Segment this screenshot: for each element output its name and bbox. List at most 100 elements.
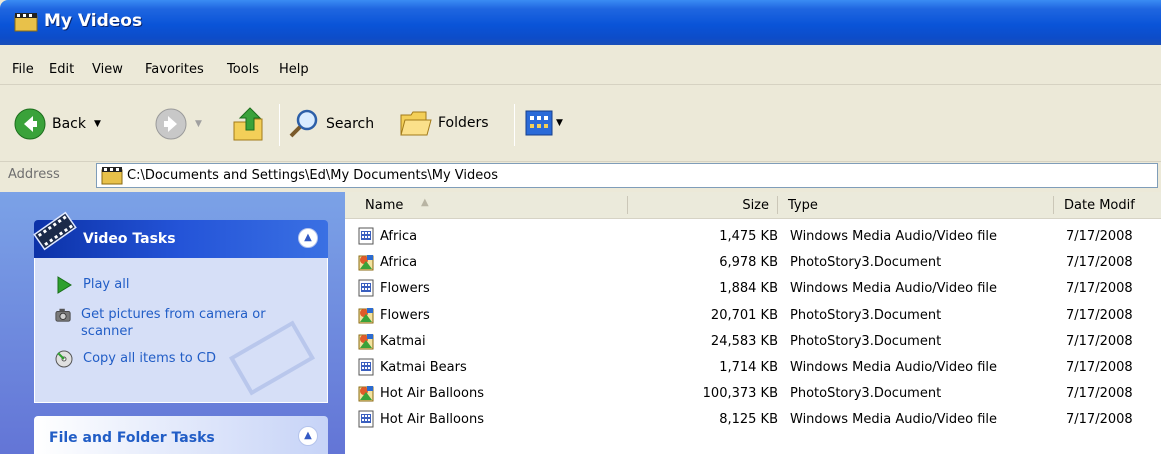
wmv-file-icon <box>358 410 374 428</box>
back-label: Back <box>52 116 86 132</box>
file-date: 7/17/2008 <box>1066 281 1133 297</box>
file-type: PhotoStory3.Document <box>790 333 942 349</box>
file-row[interactable]: Katmai 24,583 KB PhotoStory3.Document 7/17/… <box>345 329 1161 355</box>
menu-tools[interactable]: Tools <box>227 62 259 77</box>
address-path: C:\Documents and Settings\Ed\My Document… <box>127 168 499 183</box>
search-button[interactable]: Search <box>288 108 374 140</box>
views-dropdown-icon[interactable]: ▼ <box>556 118 563 128</box>
views-icon <box>525 110 553 136</box>
wmv-file-icon <box>358 227 374 245</box>
column-header-name[interactable]: Name ▲ <box>345 192 628 219</box>
file-date: 7/17/2008 <box>1066 307 1133 323</box>
sort-ascending-icon: ▲ <box>421 197 429 208</box>
file-row[interactable]: Katmai Bears 1,714 KB Windows Media Audio/… <box>345 355 1161 381</box>
up-folder-icon <box>233 107 263 141</box>
file-type: Windows Media Audio/Video file <box>790 412 998 428</box>
task-pane: Video Tasks ▲ Play all Get pictures from… <box>0 192 345 454</box>
menu-help[interactable]: Help <box>279 62 309 77</box>
film-watermark-icon <box>228 320 316 396</box>
forward-button[interactable]: ▼ <box>155 108 202 140</box>
views-button[interactable]: ▼ <box>525 110 563 136</box>
window-title: My Videos <box>44 11 143 31</box>
photostory-file-icon <box>358 255 374 271</box>
file-folder-tasks-header[interactable]: File and Folder Tasks ▲ <box>34 416 328 454</box>
toolbar-separator <box>514 104 515 146</box>
address-input[interactable]: C:\Documents and Settings\Ed\My Document… <box>96 163 1158 188</box>
menu-bar: File Edit View Favorites Tools Help <box>0 55 1161 85</box>
file-name: Flowers <box>380 281 430 297</box>
forward-arrow-icon <box>155 108 187 140</box>
photostory-file-icon <box>358 307 374 324</box>
folders-icon <box>400 111 432 136</box>
file-name: Hot Air Balloons <box>380 386 484 402</box>
column-size-label: Size <box>742 198 769 213</box>
back-dropdown-icon[interactable]: ▼ <box>94 119 101 129</box>
forward-dropdown-icon[interactable]: ▼ <box>195 119 202 129</box>
wmv-file-icon <box>358 279 374 297</box>
file-row[interactable]: Hot Air Balloons 8,125 KB Windows Media Au… <box>345 407 1161 433</box>
task-label: Copy all items to CD <box>83 351 216 366</box>
column-header-date[interactable]: Date Modif <box>1054 192 1161 219</box>
back-arrow-icon <box>14 108 46 140</box>
file-list: Name ▲ Size Type Date Modif Africa 1,475 … <box>345 192 1161 454</box>
column-header-size[interactable]: Size <box>628 192 778 219</box>
file-name: Katmai <box>380 333 426 349</box>
up-folder-button[interactable] <box>232 106 266 142</box>
file-row[interactable]: Hot Air Balloons 100,373 KB PhotoStory3.Do… <box>345 381 1161 407</box>
photostory-file-icon <box>358 333 374 350</box>
menu-view[interactable]: View <box>92 62 123 77</box>
file-row[interactable]: Africa 6,978 KB PhotoStory3.Document 7/17/2… <box>345 250 1161 276</box>
file-size: 6,978 KB <box>719 255 778 271</box>
file-type: PhotoStory3.Document <box>790 255 942 271</box>
cd-burn-icon <box>55 350 73 368</box>
search-icon <box>289 109 318 138</box>
column-header-type[interactable]: Type <box>778 192 1054 219</box>
play-icon <box>57 276 72 294</box>
file-size: 100,373 KB <box>702 386 778 402</box>
wmv-file-icon <box>358 358 374 376</box>
file-type: Windows Media Audio/Video file <box>790 281 998 297</box>
file-folder-tasks-title: File and Folder Tasks <box>49 430 215 446</box>
file-type: Windows Media Audio/Video file <box>790 229 998 244</box>
file-row[interactable]: Flowers 1,884 KB Windows Media Audio/Video… <box>345 276 1161 302</box>
film-strip-icon <box>33 211 77 251</box>
title-bar: My Videos <box>0 0 1161 45</box>
video-tasks-title: Video Tasks <box>83 231 176 247</box>
back-button[interactable]: Back ▼ <box>14 108 101 140</box>
file-name: Africa <box>380 229 418 244</box>
folders-button[interactable]: Folders <box>400 108 489 138</box>
file-date: 7/17/2008 <box>1066 333 1133 349</box>
task-copy-to-cd[interactable]: Copy all items to CD <box>55 350 216 368</box>
video-folder-icon <box>101 167 123 185</box>
collapse-icon[interactable]: ▲ <box>298 228 318 248</box>
search-label: Search <box>326 116 375 132</box>
file-row[interactable]: Africa 1,475 KB Windows Media Audio/Video … <box>345 224 1161 250</box>
menu-edit[interactable]: Edit <box>49 62 74 77</box>
file-name: Africa <box>380 255 418 271</box>
column-date-label: Date Modif <box>1064 198 1135 213</box>
file-size: 24,583 KB <box>710 333 778 349</box>
video-folder-icon <box>14 13 38 32</box>
folders-label: Folders <box>438 115 489 131</box>
file-name: Katmai Bears <box>380 360 467 375</box>
menu-file[interactable]: File <box>12 62 34 77</box>
file-name: Hot Air Balloons <box>380 412 484 428</box>
address-bar: Address C:\Documents and Settings\Ed\My … <box>0 161 1161 189</box>
collapse-icon[interactable]: ▲ <box>298 426 318 446</box>
file-row[interactable]: Flowers 20,701 KB PhotoStory3.Document 7/17… <box>345 303 1161 329</box>
file-date: 7/17/2008 <box>1066 386 1133 402</box>
video-tasks-header[interactable]: Video Tasks ▲ <box>33 211 328 258</box>
file-size: 1,475 KB <box>719 229 778 244</box>
toolbar-separator <box>279 104 280 146</box>
column-name-label: Name <box>365 198 404 213</box>
task-label: Play all <box>83 277 130 292</box>
file-date: 7/17/2008 <box>1066 229 1133 244</box>
file-size: 1,884 KB <box>719 281 778 297</box>
file-type: PhotoStory3.Document <box>790 386 942 402</box>
task-play-all[interactable]: Play all <box>55 276 129 294</box>
file-size: 8,125 KB <box>719 412 778 428</box>
address-label: Address <box>8 167 60 182</box>
menu-favorites[interactable]: Favorites <box>145 62 204 77</box>
file-size: 20,701 KB <box>710 307 778 323</box>
file-name: Flowers <box>380 307 430 323</box>
